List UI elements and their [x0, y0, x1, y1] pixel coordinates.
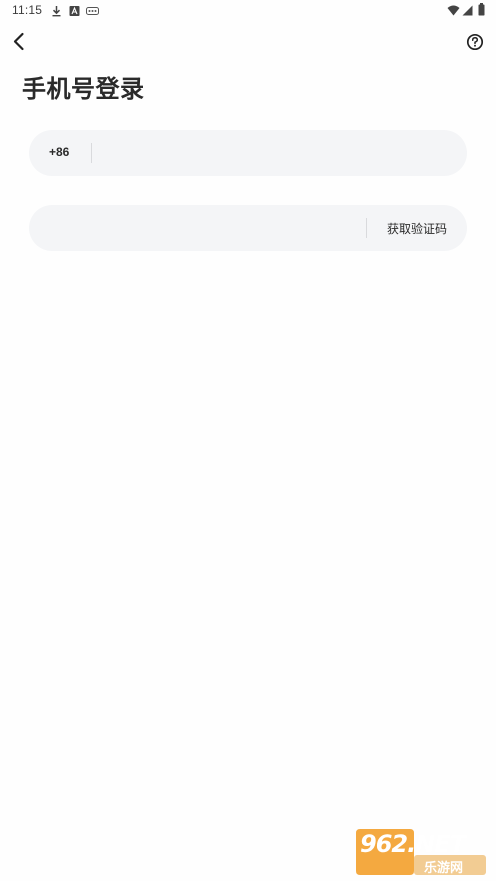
verification-code-input[interactable]	[47, 213, 367, 245]
phone-input[interactable]	[101, 138, 445, 170]
status-bar: 11:15	[0, 0, 496, 22]
wifi-icon	[447, 5, 460, 16]
status-time: 11:15	[12, 3, 43, 17]
divider	[91, 143, 92, 163]
question-circle-icon	[466, 33, 484, 51]
country-code-selector[interactable]: +86	[49, 145, 69, 159]
page-title: 手机号登录	[22, 75, 145, 103]
watermark-logo: 962.NET 乐游网	[352, 827, 490, 877]
back-button[interactable]	[6, 28, 34, 56]
phone-field: +86	[29, 130, 467, 176]
download-icon	[52, 6, 61, 17]
get-code-button[interactable]: 获取验证码	[387, 220, 447, 237]
help-button[interactable]	[464, 31, 486, 53]
notification-a-icon	[69, 6, 80, 16]
game-controller-icon	[86, 7, 99, 15]
chevron-left-icon	[13, 32, 24, 51]
divider	[366, 218, 367, 238]
watermark-brand: 962.NET	[360, 830, 466, 858]
watermark-subtitle: 乐游网	[424, 861, 464, 876]
verification-code-field: 获取验证码	[29, 205, 467, 251]
battery-icon	[478, 3, 485, 16]
cellular-signal-icon	[462, 5, 473, 16]
